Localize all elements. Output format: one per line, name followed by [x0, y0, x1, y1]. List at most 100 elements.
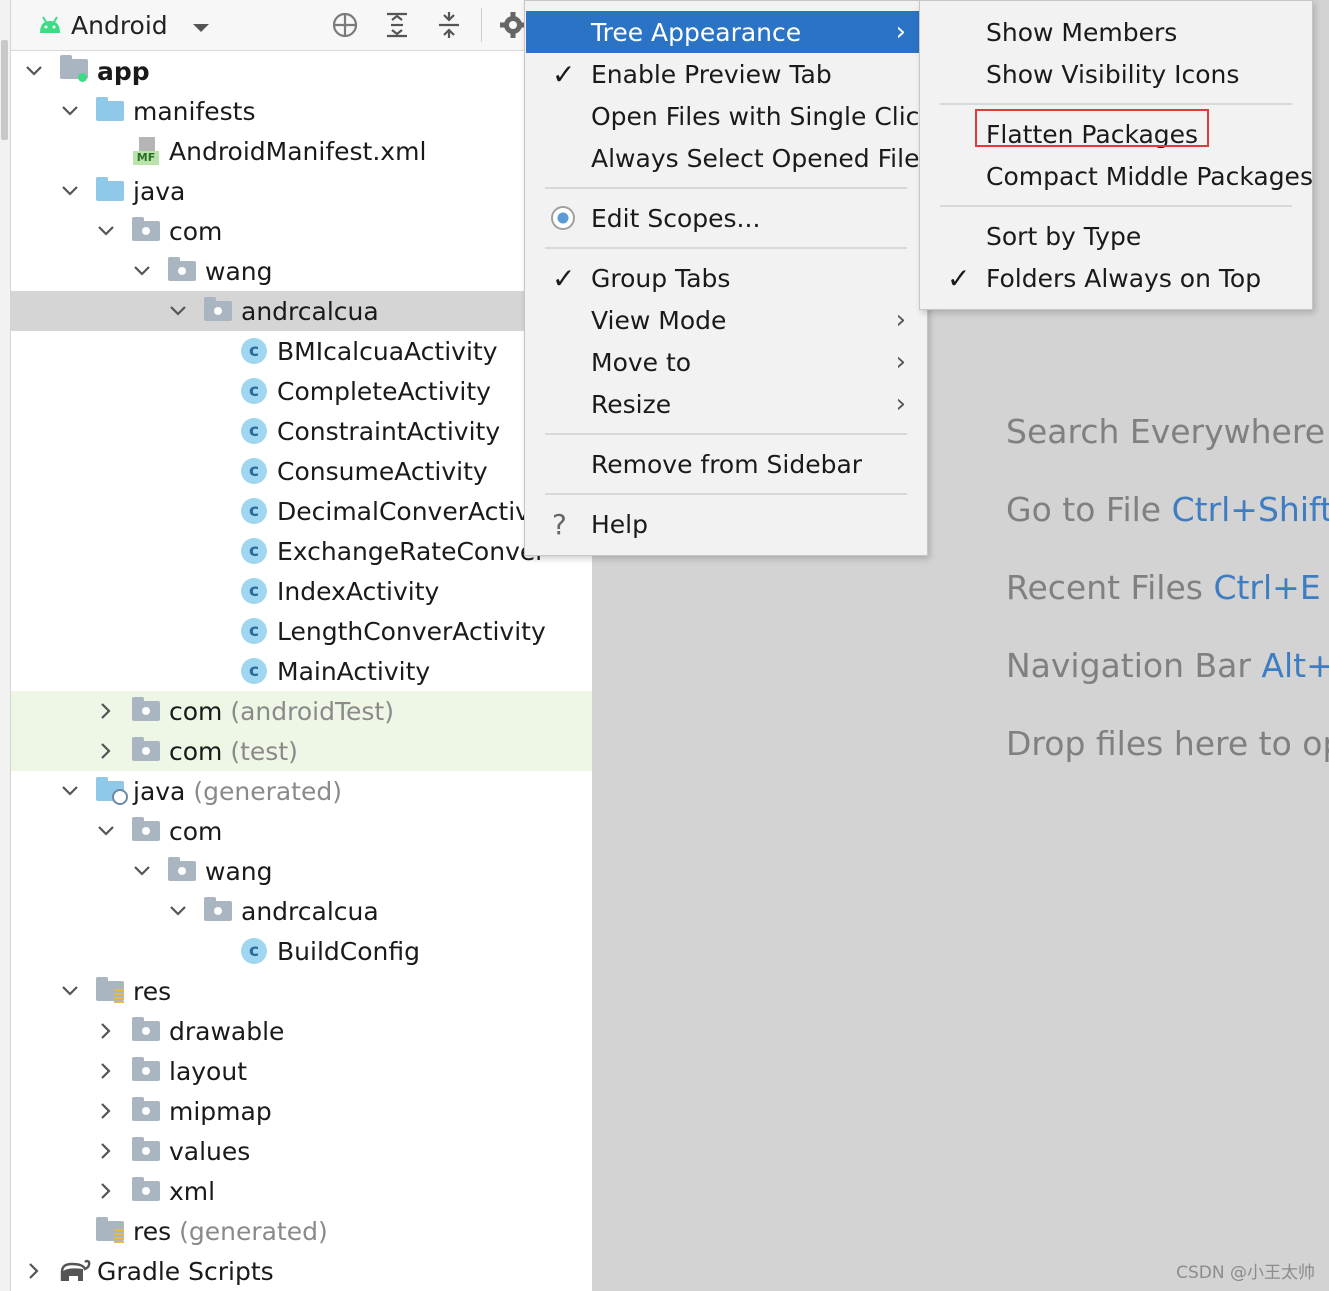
tree-item-mipmap[interactable]: mipmap: [11, 1091, 592, 1131]
tree-item-wang[interactable]: wang: [11, 851, 592, 891]
tree-item-wang[interactable]: wang: [11, 251, 592, 291]
submenu-item-folders-always-on-top[interactable]: ✓ Folders Always on Top: [921, 257, 1309, 299]
menu-item-label: Help: [591, 509, 648, 539]
tree-item-class[interactable]: c ConstraintActivity: [11, 411, 592, 451]
hint-drop-files: Drop files here to ope: [1006, 724, 1329, 763]
tree-item-class[interactable]: c LengthConverActivity: [11, 611, 592, 651]
class-icon: c: [241, 418, 267, 444]
tree-item-java-generated[interactable]: java (generated): [11, 771, 592, 811]
tree-item-com-test[interactable]: com (test): [11, 731, 592, 771]
tree-item-layout[interactable]: layout: [11, 1051, 592, 1091]
menu-item-tree-appearance[interactable]: Tree Appearance ›: [526, 11, 920, 53]
expand-all-icon[interactable]: [381, 9, 413, 41]
menu-item-label: Show Visibility Icons: [986, 59, 1240, 89]
chevron-right-icon[interactable]: [94, 1099, 118, 1123]
menu-item-resize[interactable]: Resize ›: [526, 383, 920, 425]
tree-item-com-android-test[interactable]: com (androidTest): [11, 691, 592, 731]
view-selector[interactable]: Android: [37, 6, 210, 44]
hint-text: Search Everywhere: [1006, 412, 1329, 451]
chevron-down-icon[interactable]: [166, 299, 190, 323]
tree-item-class[interactable]: c IndexActivity: [11, 571, 592, 611]
menu-item-label: Show Members: [986, 17, 1178, 47]
chevron-down-icon[interactable]: [94, 819, 118, 843]
chevron-down-icon[interactable]: [130, 859, 154, 883]
menu-item-move-to[interactable]: Move to ›: [526, 341, 920, 383]
tree-item-label: andrcalcua: [241, 896, 379, 926]
chevron-down-icon[interactable]: [130, 259, 154, 283]
tree-item-drawable[interactable]: drawable: [11, 1011, 592, 1051]
chevron-right-icon[interactable]: [22, 1259, 46, 1283]
tree-item-class[interactable]: c DecimalConverActivit: [11, 491, 592, 531]
chevron-down-icon[interactable]: [58, 179, 82, 203]
checkmark-icon: ✓: [947, 261, 971, 295]
submenu-item-show-members[interactable]: Show Members: [921, 11, 1309, 53]
tree-item-com[interactable]: com: [11, 211, 592, 251]
tree-appearance-submenu: Show Members Show Visibility Icons Flatt…: [919, 0, 1313, 310]
chevron-right-icon[interactable]: [94, 1179, 118, 1203]
menu-item-label: Edit Scopes...: [591, 203, 761, 233]
tree-item-manifests[interactable]: manifests: [11, 91, 592, 131]
chevron-down-icon[interactable]: [94, 219, 118, 243]
tree-item-class[interactable]: c MainActivity: [11, 651, 592, 691]
tree-item-label: res (generated): [133, 1216, 328, 1246]
chevron-down-icon[interactable]: [58, 99, 82, 123]
menu-item-view-mode[interactable]: View Mode ›: [526, 299, 920, 341]
hint-shortcut: Ctrl+E: [1213, 568, 1321, 607]
menu-item-open-single-click[interactable]: Open Files with Single Click: [526, 95, 934, 137]
tree-item-com[interactable]: com: [11, 811, 592, 851]
tree-item-class[interactable]: c BMIcalcuaActivity: [11, 331, 592, 371]
submenu-item-sort-by-type[interactable]: Sort by Type: [921, 215, 1309, 257]
menu-item-help[interactable]: ? Help: [526, 503, 920, 545]
tree-item-res-generated[interactable]: res (generated): [11, 1211, 592, 1251]
package-icon: [168, 257, 196, 281]
chevron-down-icon[interactable]: [166, 899, 190, 923]
package-icon: [132, 737, 160, 761]
tree-item-class[interactable]: c CompleteActivity: [11, 371, 592, 411]
tree-item-label: java: [133, 176, 186, 206]
tree-item-label: com: [169, 216, 223, 246]
collapse-all-icon[interactable]: [433, 9, 465, 41]
class-icon: c: [241, 658, 267, 684]
chevron-right-icon[interactable]: [94, 1019, 118, 1043]
tree-item-build-config[interactable]: c BuildConfig: [11, 931, 592, 971]
tree-item-andrcalcua[interactable]: andrcalcua: [11, 291, 592, 331]
menu-separator: [940, 205, 1292, 207]
chevron-right-icon[interactable]: [94, 1059, 118, 1083]
tree-item-andrcalcua[interactable]: andrcalcua: [11, 891, 592, 931]
chevron-down-icon[interactable]: [22, 59, 46, 83]
locate-icon[interactable]: [329, 9, 361, 41]
tree-item-label: ConstraintActivity: [277, 416, 501, 446]
chevron-right-icon[interactable]: [94, 1139, 118, 1163]
checkmark-icon: ✓: [552, 261, 576, 295]
submenu-item-compact-middle-packages[interactable]: Compact Middle Packages: [921, 155, 1313, 197]
chevron-down-icon[interactable]: [58, 979, 82, 1003]
tree-item-res[interactable]: res: [11, 971, 592, 1011]
tree-item-label: mipmap: [169, 1096, 272, 1126]
tree-item-app[interactable]: app: [11, 51, 592, 91]
tree-item-label: com (androidTest): [169, 696, 394, 726]
menu-item-enable-preview-tab[interactable]: ✓ Enable Preview Tab: [526, 53, 920, 95]
menu-item-remove-from-sidebar[interactable]: Remove from Sidebar: [526, 443, 920, 485]
menu-item-always-select-opened[interactable]: Always Select Opened File: [526, 137, 920, 179]
tree-item-android-manifest[interactable]: MF AndroidManifest.xml: [11, 131, 592, 171]
chevron-right-icon[interactable]: [94, 699, 118, 723]
submenu-item-show-visibility-icons[interactable]: Show Visibility Icons: [921, 53, 1309, 95]
left-scroll-thumb[interactable]: [1, 40, 8, 140]
tree-item-values[interactable]: values: [11, 1131, 592, 1171]
chevron-down-icon[interactable]: [58, 779, 82, 803]
tree-item-gradle-scripts[interactable]: Gradle Scripts: [11, 1251, 592, 1291]
tree-item-class[interactable]: c ExchangeRateConver: [11, 531, 592, 571]
package-icon: [204, 297, 232, 321]
package-icon: [132, 217, 160, 241]
menu-item-group-tabs[interactable]: ✓ Group Tabs: [526, 257, 920, 299]
tree-item-label: layout: [169, 1056, 248, 1086]
tree-item-class[interactable]: c ConsumeActivity: [11, 451, 592, 491]
tree-item-xml[interactable]: xml: [11, 1171, 592, 1211]
folder-icon: [132, 1137, 160, 1161]
tree-item-java[interactable]: java: [11, 171, 592, 211]
folder-icon: [132, 1017, 160, 1041]
menu-item-edit-scopes[interactable]: Edit Scopes...: [526, 197, 920, 239]
module-folder-icon: [60, 55, 88, 82]
gear-context-menu: Tree Appearance › ✓ Enable Preview Tab O…: [524, 0, 934, 556]
chevron-right-icon[interactable]: [94, 739, 118, 763]
